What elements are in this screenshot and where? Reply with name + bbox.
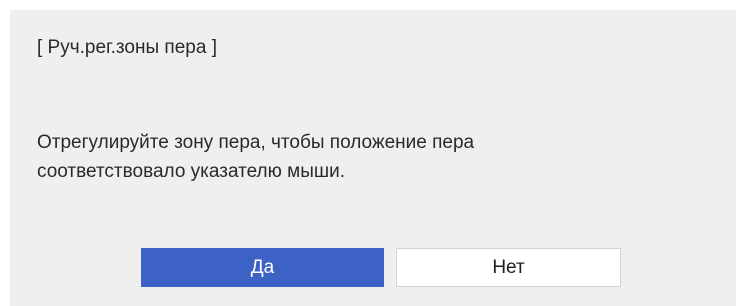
dialog-message-line-1: Отрегулируйте зону пера, чтобы положение…	[37, 132, 475, 153]
no-button[interactable]: Нет	[396, 248, 621, 287]
yes-button[interactable]: Да	[141, 248, 384, 287]
pen-area-adjust-dialog: [ Руч.рег.зоны пера ] Отрегулируйте зону…	[10, 10, 736, 306]
dialog-message-line-2: соответствовало указателю мыши.	[37, 161, 346, 182]
dialog-title: [ Руч.рег.зоны пера ]	[37, 37, 217, 58]
dialog-message: Отрегулируйте зону пера, чтобы положение…	[37, 128, 677, 186]
yes-button-label: Да	[250, 256, 275, 278]
no-button-label: Нет	[492, 256, 525, 278]
